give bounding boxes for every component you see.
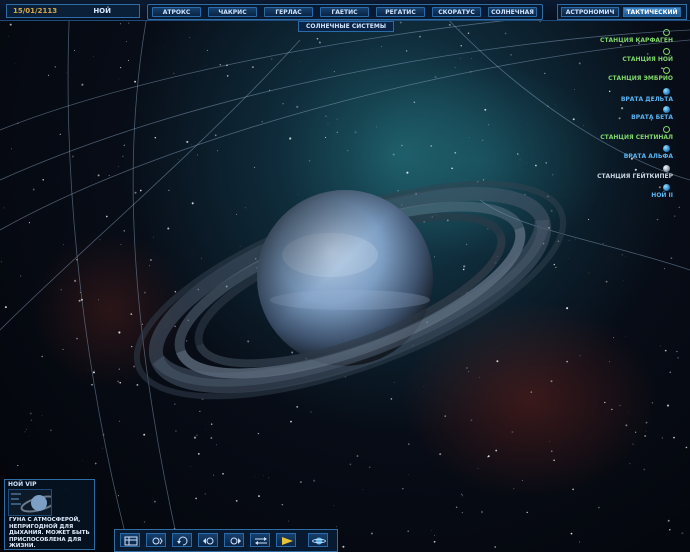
solar-systems-tabs: АТРОКС ЧАКРИС ГЕРЛАС ГАЕТИС РЕГАТИС СКОР… [147, 4, 543, 20]
tab-system-chakris[interactable]: ЧАКРИС [208, 7, 257, 17]
solar-systems-label: СОЛНЕЧНЫЕ СИСТЕМЫ [298, 21, 394, 32]
camera-left-icon [203, 537, 214, 545]
planet-icon [312, 537, 326, 545]
camera-rotate-button[interactable] [172, 533, 192, 547]
station-ring-icon[interactable] [663, 29, 670, 36]
tab-tactical[interactable]: ТАКТИЧЕСКИЙ [623, 7, 681, 17]
camera-zoom-button[interactable] [146, 533, 166, 547]
galaxy-map-button[interactable] [120, 533, 140, 547]
gate-orb-icon[interactable] [663, 88, 670, 95]
swap-icon [255, 537, 267, 545]
station-ring-icon[interactable] [663, 48, 670, 55]
camera-rotate-icon [177, 536, 188, 546]
top-bar: 15/01/2113 НОЙ АТРОКС ЧАКРИС ГЕРЛАС ГАЕТ… [0, 0, 690, 21]
bottom-toolbar [114, 529, 338, 552]
gate-orb-icon[interactable] [663, 106, 670, 113]
camera-right-icon [230, 537, 241, 545]
swap-button[interactable] [250, 533, 270, 547]
station-ring-icon[interactable] [663, 126, 670, 133]
station-item[interactable]: СТАНЦИЯ КАРФАГЕН [600, 37, 673, 44]
planet-view-button[interactable] [308, 533, 328, 547]
play-icon [282, 537, 293, 545]
view-mode-tabs: АСТРОНОМИЧ ТАКТИЧЕСКИЙ [557, 4, 687, 20]
camera-zoom-icon [152, 537, 163, 545]
station-item[interactable]: СТАНЦИЯ НОЙ [622, 56, 673, 63]
station-item[interactable]: СТАНЦИЯ ГЕЙТКИПЕР [597, 173, 673, 180]
planet-orb-icon[interactable] [663, 184, 670, 191]
station-item[interactable]: ВРАТА БЕТА [631, 114, 673, 121]
space-view[interactable] [0, 0, 690, 552]
tab-system-regatis[interactable]: РЕГАТИС [376, 7, 425, 17]
info-panel-title: НОЙ VIP [8, 481, 37, 488]
station-item[interactable]: СТАНЦИЯ СЕНТИНАЛ [600, 134, 673, 141]
galaxy-map-icon [124, 536, 138, 546]
station-item[interactable]: ВРАТА ДЕЛЬТА [621, 96, 673, 103]
planet-thumbnail[interactable] [8, 489, 52, 516]
tab-system-gerlas[interactable]: ГЕРЛАС [264, 7, 313, 17]
tab-astronomical[interactable]: АСТРОНОМИЧ [561, 7, 619, 17]
play-button[interactable] [276, 533, 296, 547]
station-ring-icon[interactable] [663, 67, 670, 74]
station-item[interactable]: СТАНЦИЯ ЭМБРИО [608, 75, 673, 82]
planet-description: ГУНА С АТМОСФЕРОЙ, НЕПРИГОДНОЙ ДЛЯ ДЫХАН… [9, 517, 90, 549]
planet-info-panel: НОЙ VIP ГУНА С АТМОСФЕРОЙ, НЕПРИГОДНОЙ Д… [4, 479, 95, 550]
camera-left-button[interactable] [198, 533, 218, 547]
player-name: НОЙ [93, 7, 111, 15]
tab-system-atroks[interactable]: АТРОКС [152, 7, 201, 17]
game-date: 15/01/2113 [13, 7, 58, 15]
tab-system-gaetis[interactable]: ГАЕТИС [320, 7, 369, 17]
gate-orb-icon[interactable] [663, 145, 670, 152]
tab-system-solnechnaya[interactable]: СОЛНЕЧНАЯ [488, 7, 537, 17]
station-item[interactable]: НОЙ II [651, 192, 673, 199]
tab-system-skoratus[interactable]: СКОРАТУС [432, 7, 481, 17]
date-panel: 15/01/2113 НОЙ [6, 4, 140, 18]
camera-right-button[interactable] [224, 533, 244, 547]
station-item[interactable]: ВРАТА АЛЬФА [624, 153, 673, 160]
station-info-icon[interactable] [663, 165, 670, 172]
